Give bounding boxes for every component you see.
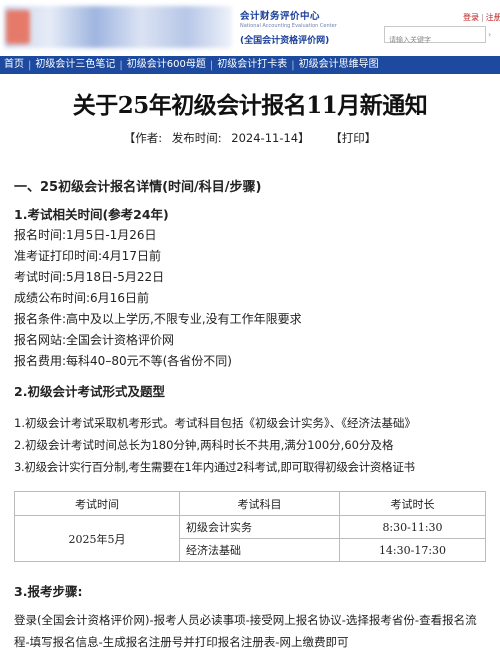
table-header: 考试科目 (179, 491, 340, 516)
info-line: 成绩公布时间:6月16日前 (14, 291, 149, 305)
info-line: 考试时间:5月18日-5月22日 (14, 270, 165, 284)
nav-item-home[interactable]: 首页 (0, 56, 28, 74)
info-line: 报名条件:高中及以上学历,不限专业,没有工作年限要求 (14, 312, 302, 326)
table-header: 考试时间 (14, 491, 180, 516)
site-header: 会计财务评价中心 National Accounting Evaluation … (0, 0, 500, 56)
info-line: 报名时间:1月5日-1月26日 (14, 228, 157, 242)
chevron-right-icon[interactable]: › (488, 30, 491, 39)
section-heading: 一、25初级会计报名详情(时间/科目/步骤) (14, 180, 262, 195)
org-subtitle: (全国会计资格评价网) (240, 36, 330, 46)
search-input[interactable] (385, 32, 485, 48)
info-line: 报名费用:每科40–80元不等(各省份不同) (14, 354, 232, 368)
table-cell-duration: 8:30-11:30 (339, 515, 486, 539)
subsection-heading-format: 2.初级会计考试形式及题型 (14, 384, 165, 399)
print-link[interactable]: 【打印】 (330, 131, 376, 145)
publish-label: 发布时间: (171, 131, 222, 145)
nav-item-checkin[interactable]: 初级会计打卡表 (213, 56, 291, 74)
exam-info-line: 2.初级会计考试时间总长为180分钟,两科时长不共用,满分100分,60分及格 (14, 438, 394, 452)
org-title: 会计财务评价中心 (240, 11, 321, 22)
table-header-row: 考试时间 考试科目 考试时长 (14, 491, 486, 516)
login-link[interactable]: 登录 (463, 13, 479, 22)
table-header: 考试时长 (339, 491, 486, 516)
article-title: 关于25年初级会计报名11月新通知 (72, 92, 428, 119)
table-cell-subject: 初级会计实务 (179, 515, 340, 539)
publish-date: 2024-11-14】 (231, 131, 310, 145)
table-row: 2025年5月 初级会计实务 8:30-11:30 (14, 515, 486, 562)
info-line: 报名网站:全国会计资格评价网 (14, 333, 175, 347)
nav-item-notes[interactable]: 初级会计三色笔记 (31, 56, 119, 74)
auth-separator: | (481, 13, 484, 22)
site-logo[interactable] (4, 6, 232, 48)
table-cell-date: 2025年5月 (14, 515, 180, 562)
nav-item-mindmap[interactable]: 初级会计思维导图 (295, 56, 383, 74)
search-box[interactable] (384, 26, 486, 48)
main-nav: 首页 | 初级会计三色笔记 | 初级会计600母题 | 初级会计打卡表 | 初级… (0, 56, 500, 74)
table-cell-subject: 经济法基础 (179, 538, 340, 562)
exam-info-line: 1.初级会计考试采取机考形式。考试科目包括《初级会计实务》、《经济法基础》 (14, 416, 416, 430)
author-label: 【作者: (123, 131, 163, 145)
org-english-name: National Accounting Evaluation Center (240, 23, 337, 29)
subsection-heading-steps: 3.报考步骤: (14, 584, 83, 599)
register-link[interactable]: 注册 (486, 13, 500, 22)
table-cell-duration: 14:30-17:30 (339, 538, 486, 562)
exam-schedule-table: 考试时间 考试科目 考试时长 2025年5月 初级会计实务 8:30-11:30… (14, 491, 486, 562)
auth-links: 登录 | 注册 (463, 12, 500, 23)
registration-steps: 登录(全国会计资格评价网)-报考人员必读事项-接受网上报名协议-选择报考省份-查… (14, 613, 477, 649)
exam-info-line: 3.初级会计实行百分制,考生需要在1年内通过2科考试,即可取得初级会计资格证书 (14, 460, 415, 474)
nav-item-questions[interactable]: 初级会计600母题 (123, 56, 210, 74)
article-meta: 【作者: 发布时间: 2024-11-14】 【打印】 (0, 130, 500, 146)
org-branding: 会计财务评价中心 National Accounting Evaluation … (240, 8, 370, 46)
info-line: 准考证打印时间:4月17日前 (14, 249, 161, 263)
subsection-heading-times: 1.考试相关时间(参考24年) (14, 207, 169, 222)
